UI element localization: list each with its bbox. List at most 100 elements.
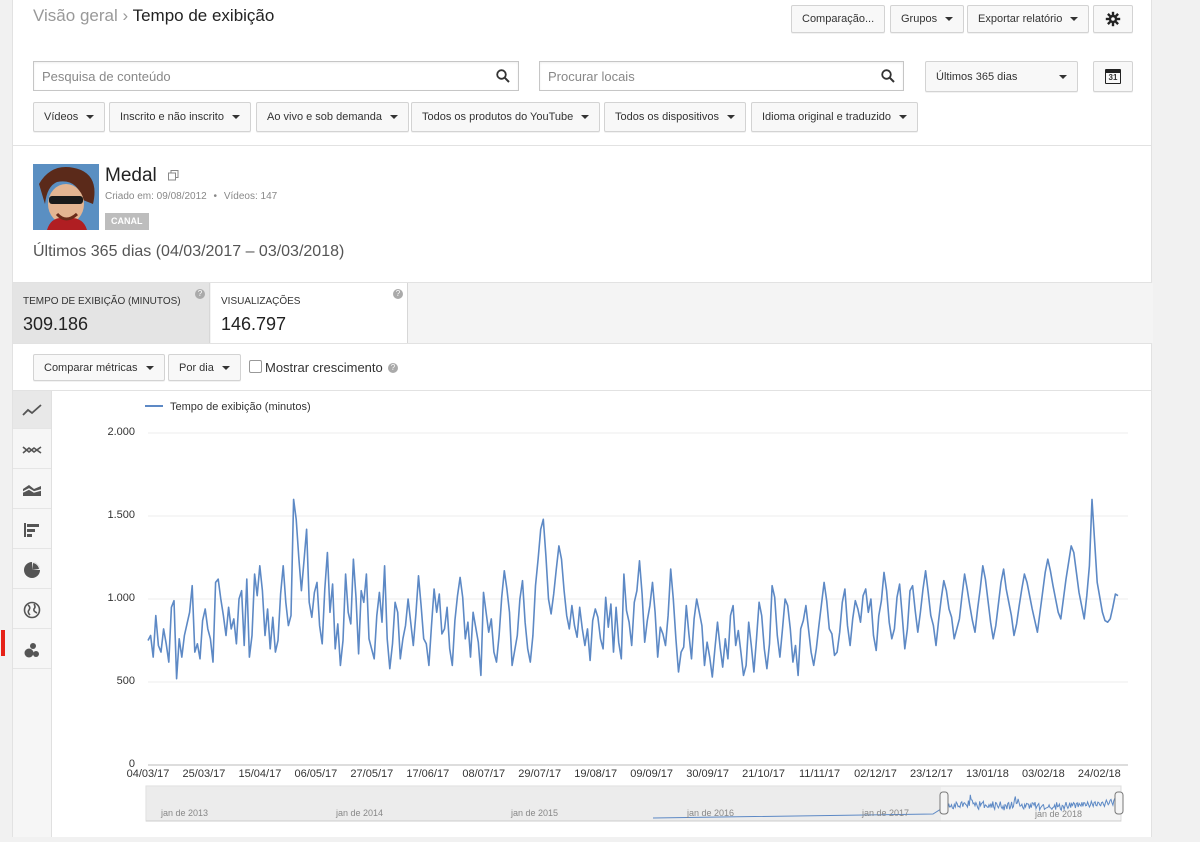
per-day-button[interactable]: Por dia <box>168 354 241 381</box>
chart-area: Tempo de exibição (minutos) jan de 2013 j… <box>53 391 1153 837</box>
stacked-area-icon <box>22 484 42 496</box>
filter-language[interactable]: Idioma original e traduzido <box>751 102 919 132</box>
navigator-handle-right[interactable] <box>1114 791 1124 815</box>
line-chart-tool[interactable] <box>13 391 51 429</box>
help-icon[interactable]: ? <box>388 363 398 373</box>
date-range-label: Últimos 365 dias <box>936 70 1018 83</box>
content-search <box>33 61 519 91</box>
divider <box>13 343 1151 344</box>
x-tick-label: 09/09/17 <box>630 768 674 780</box>
navigator-label: jan de 2014 <box>335 808 383 818</box>
multi-line-chart-icon <box>22 445 42 454</box>
channel-name-row: Medal <box>105 165 179 187</box>
navigator-label: jan de 2017 <box>861 808 909 818</box>
x-tick-label: 13/01/18 <box>966 768 1009 780</box>
channel-avatar[interactable] <box>33 164 99 230</box>
filter-devices[interactable]: Todos os dispositivos <box>604 102 746 132</box>
compare-metrics-button[interactable]: Comparar métricas <box>33 354 165 381</box>
navigator-handle-left[interactable] <box>939 791 949 815</box>
compare-button[interactable]: Comparação... <box>791 5 886 33</box>
breadcrumb-parent[interactable]: Visão geral <box>33 6 118 25</box>
channel-video-count: Vídeos: 147 <box>223 191 278 202</box>
help-icon[interactable]: ? <box>393 289 403 299</box>
metric-label: VISUALIZAÇÕES <box>221 296 301 307</box>
navigator-label: jan de 2018 <box>1034 809 1082 819</box>
active-indicator <box>1 630 5 656</box>
bar-chart-tool[interactable] <box>13 511 51 549</box>
x-tick-label: 02/12/17 <box>854 768 897 780</box>
metric-tile-watch-time[interactable]: TEMPO DE EXIBIÇÃO (MINUTOS) 309.186 ? <box>13 283 210 343</box>
x-tick-label: 30/09/17 <box>686 768 730 780</box>
bar-chart-icon <box>24 522 39 537</box>
channel-badge: CANAL <box>105 213 149 230</box>
breadcrumb: Visão geral › Tempo de exibição <box>33 6 274 26</box>
x-tick-label: 29/07/17 <box>518 768 562 780</box>
channel-name[interactable]: Medal <box>105 165 157 186</box>
metric-tile-views[interactable]: VISUALIZAÇÕES 146.797 ? <box>211 283 408 343</box>
groups-button-label: Grupos <box>901 13 938 25</box>
chevron-down-icon <box>145 365 154 370</box>
multi-line-tool[interactable] <box>13 431 51 469</box>
x-tick-label: 03/02/18 <box>1021 768 1065 780</box>
filter-videos[interactable]: Vídeos <box>33 102 106 132</box>
filter-label: Todos os produtos do YouTube <box>422 111 574 123</box>
external-link-icon[interactable] <box>168 170 179 181</box>
x-tick-label: 15/04/17 <box>238 768 282 780</box>
channel-created: Criado em: 09/08/2012 <box>105 191 207 202</box>
filter-subscription[interactable]: Inscrito e não inscrito <box>109 102 251 132</box>
chart-type-toolbar <box>13 391 52 837</box>
show-growth-checkbox[interactable] <box>249 360 262 373</box>
metric-value: 146.797 <box>221 314 287 334</box>
filter-label: Inscrito e não inscrito <box>120 111 224 123</box>
avatar-image <box>33 164 99 230</box>
chevron-down-icon <box>726 115 735 119</box>
x-tick-label: 04/03/17 <box>126 768 170 780</box>
chevron-down-icon <box>1070 17 1079 21</box>
content-search-input[interactable] <box>34 62 470 90</box>
compare-button-label: Comparação... <box>802 13 875 25</box>
export-report-button[interactable]: Exportar relatório <box>967 5 1090 33</box>
date-range-select[interactable]: Últimos 365 dias <box>925 61 1078 92</box>
metric-label: TEMPO DE EXIBIÇÃO (MINUTOS) <box>23 296 181 307</box>
chevron-down-icon <box>899 115 908 119</box>
bubble-chart-tool[interactable] <box>13 631 51 669</box>
filter-label: Vídeos <box>44 111 79 123</box>
chevron-down-icon <box>581 115 590 119</box>
map-tool[interactable] <box>13 591 51 629</box>
analytics-panel: Visão geral › Tempo de exibição Comparaç… <box>1 0 1153 837</box>
settings-button[interactable] <box>1093 5 1133 33</box>
pie-chart-tool[interactable] <box>13 551 51 589</box>
filter-live[interactable]: Ao vivo e sob demanda <box>256 102 409 132</box>
search-icon[interactable] <box>881 69 895 83</box>
y-tick-label: 500 <box>116 675 135 687</box>
locations-search-input[interactable] <box>540 62 867 90</box>
pie-chart-icon <box>24 561 40 578</box>
x-tick-label: 11/11/17 <box>798 768 841 780</box>
filter-label: Ao vivo e sob demanda <box>267 111 382 123</box>
channel-meta: Criado em: 09/08/2012 • Vídeos: 147 <box>105 191 278 202</box>
x-tick-label: 19/08/17 <box>574 768 618 780</box>
x-tick-label: 24/02/18 <box>1077 768 1121 780</box>
legend-label[interactable]: Tempo de exibição (minutos) <box>170 401 311 413</box>
bubble-chart-icon <box>24 642 39 657</box>
filter-label: Idioma original e traduzido <box>762 111 892 123</box>
calendar-day: 31 <box>1108 73 1118 82</box>
y-tick-label: 2.000 <box>107 426 135 438</box>
calendar-button[interactable]: 31 <box>1093 61 1133 92</box>
navigator-label: jan de 2016 <box>686 808 734 818</box>
per-day-label: Por dia <box>179 361 214 374</box>
search-icon[interactable] <box>496 69 510 83</box>
series-line[interactable] <box>147 498 1119 680</box>
line-chart-icon <box>22 403 42 416</box>
export-report-label: Exportar relatório <box>978 13 1063 25</box>
stacked-area-tool[interactable] <box>13 471 51 509</box>
filter-label: Todos os dispositivos <box>615 111 719 123</box>
y-tick-label: 1.000 <box>107 592 135 604</box>
filter-products[interactable]: Todos os produtos do YouTube <box>411 102 601 132</box>
x-tick-label: 25/03/17 <box>182 768 226 780</box>
chevron-down-icon <box>86 115 95 119</box>
groups-button[interactable]: Grupos <box>890 5 965 33</box>
help-icon[interactable]: ? <box>195 289 205 299</box>
breadcrumb-separator: › <box>122 6 129 25</box>
page-title: Tempo de exibição <box>132 6 275 25</box>
